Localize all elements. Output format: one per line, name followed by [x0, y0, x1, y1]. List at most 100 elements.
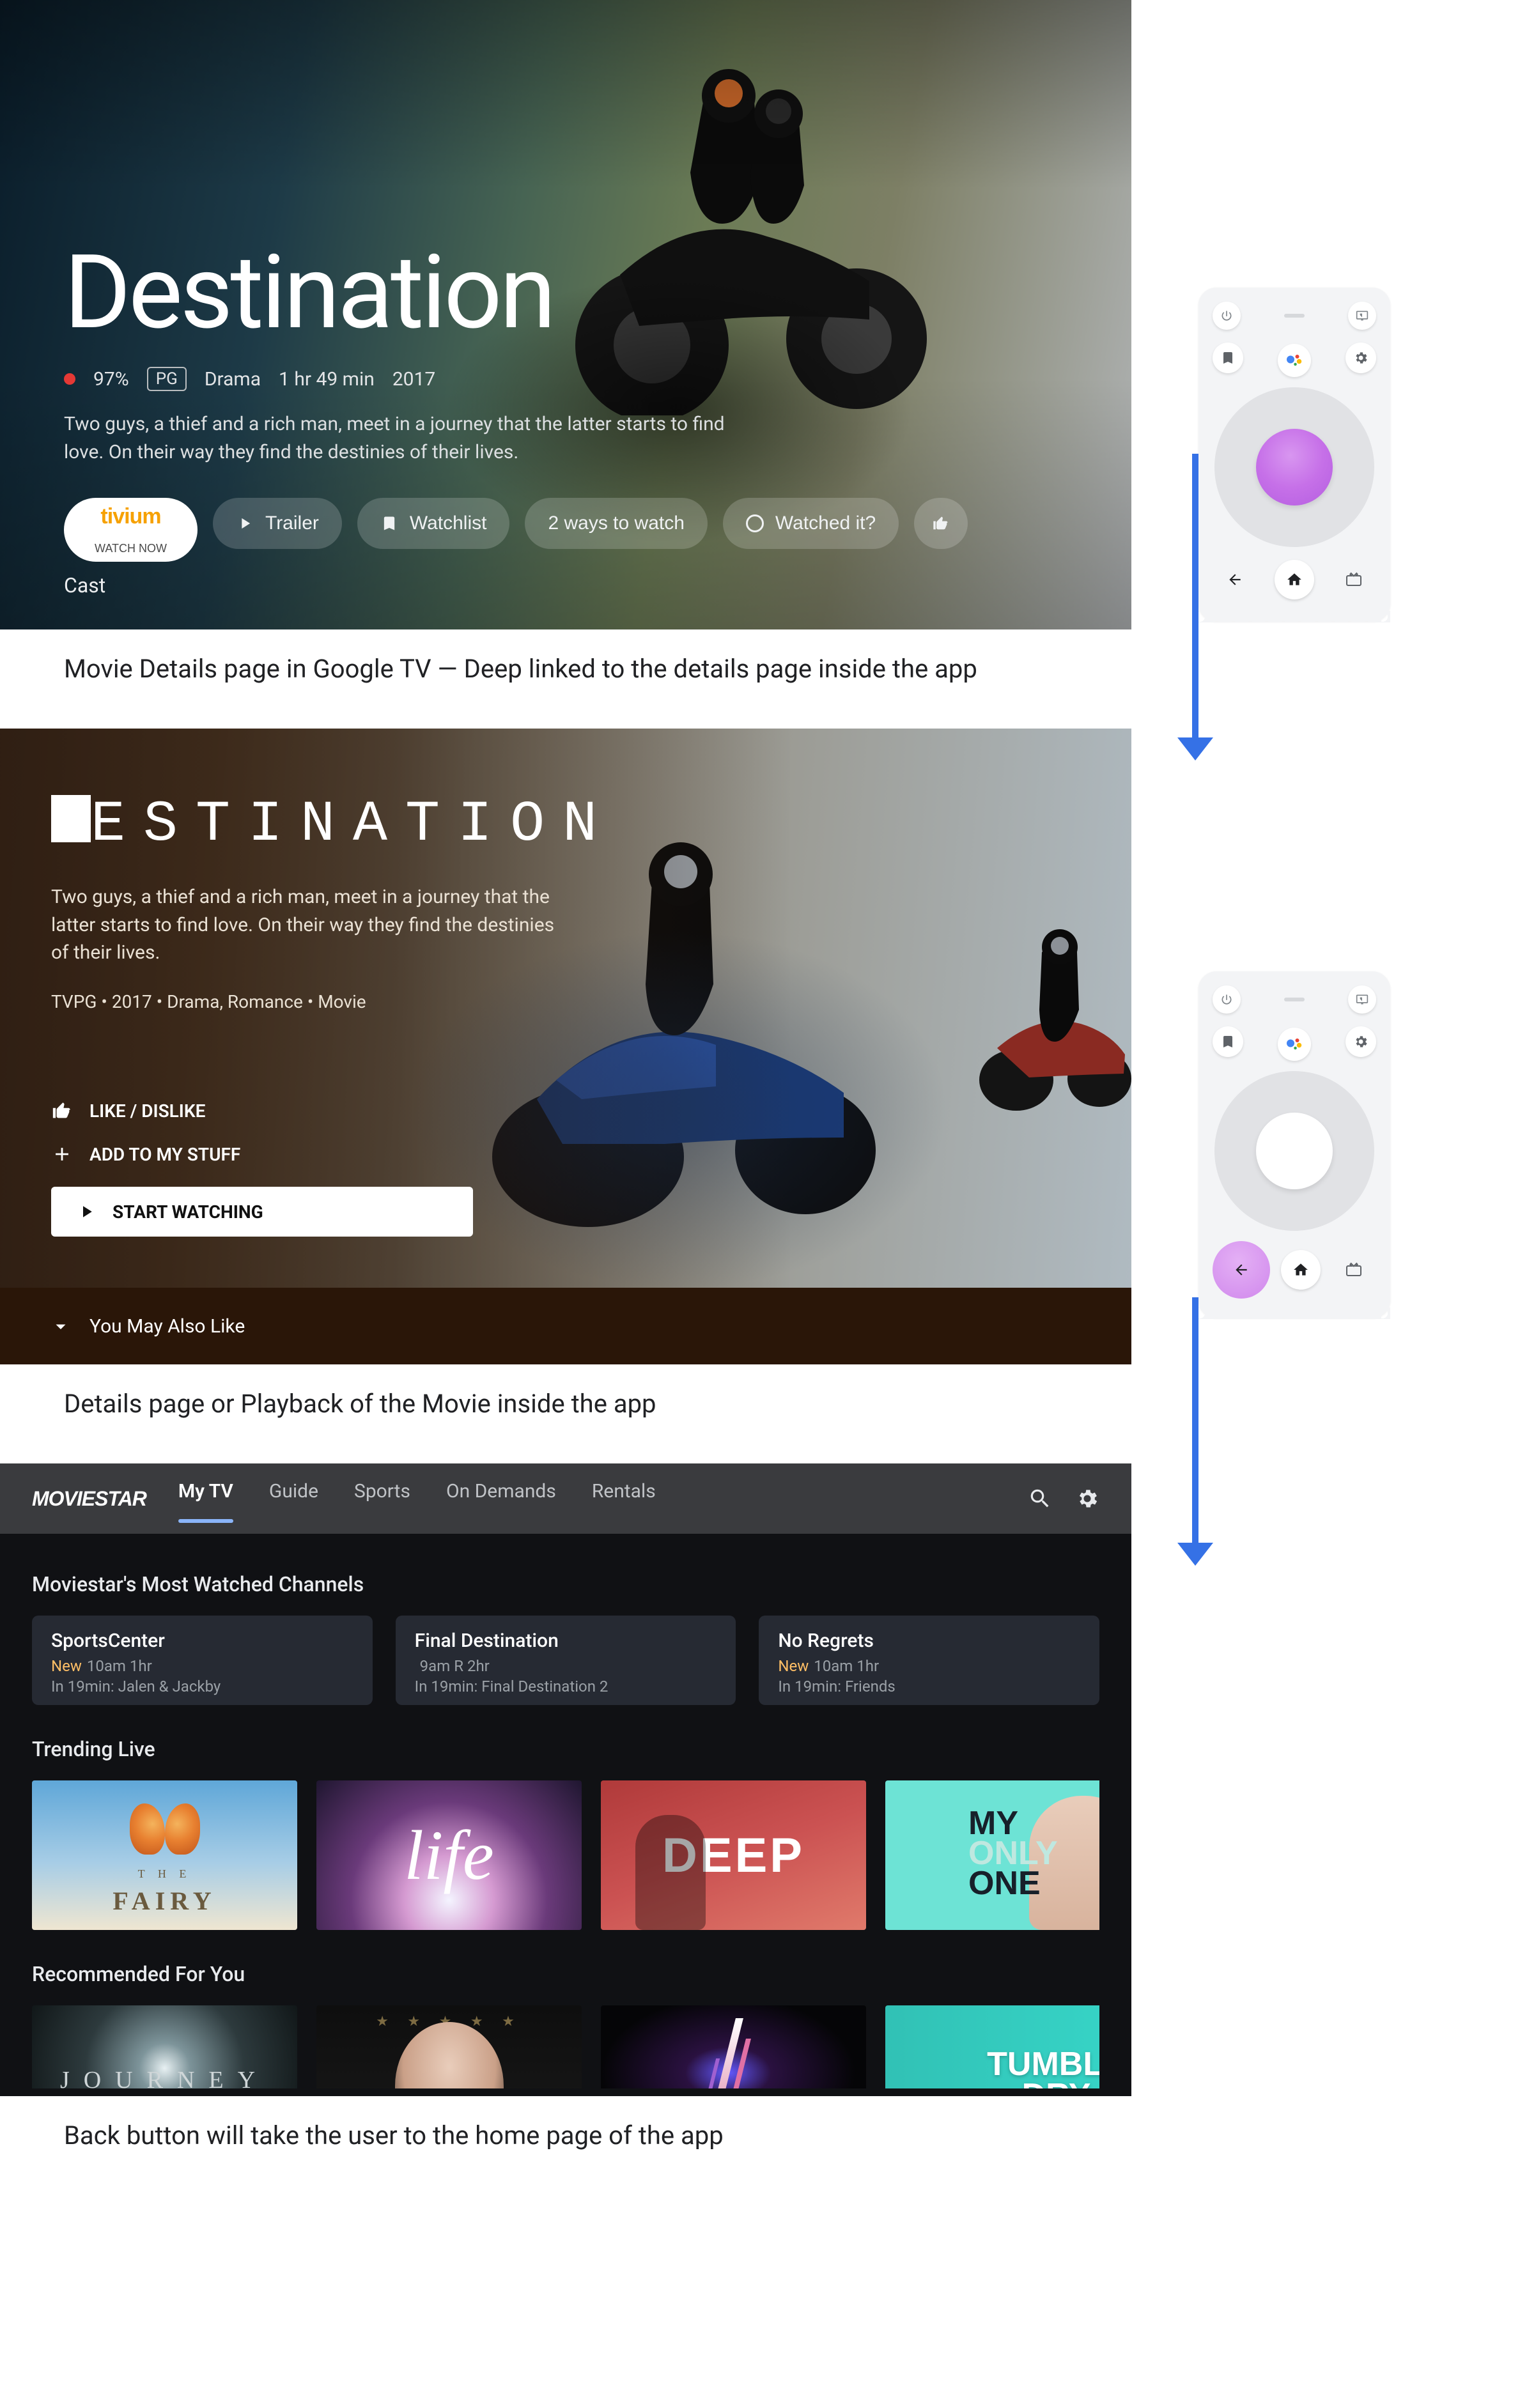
input-button[interactable] [1348, 302, 1376, 330]
provider-brand: tivium [100, 504, 160, 529]
flow-arrow-2 [1176, 1297, 1214, 1566]
channel-card[interactable]: Final Destination 9am R 2hr In 19min: Fi… [396, 1616, 736, 1705]
app-logo: MOVIESTAR [32, 1487, 146, 1511]
home-button[interactable] [1275, 560, 1314, 599]
butterfly-icon [130, 1803, 200, 1855]
card-line2: In 19min: Jalen & Jackby [51, 1678, 353, 1695]
thumb-deep[interactable]: DEEP [601, 1780, 866, 1930]
watch-now-button[interactable]: tivium WATCH NOW [64, 498, 198, 562]
add-label: ADD TO MY STUFF [89, 1144, 240, 1165]
you-may-also-like[interactable]: You May Also Like [0, 1288, 1131, 1364]
play-icon [236, 514, 254, 532]
tab-guide[interactable]: Guide [269, 1480, 318, 1518]
new-badge: New [51, 1657, 82, 1675]
thumb-fairy[interactable]: T H EFAIRY [32, 1780, 297, 1930]
bookmark-icon [380, 514, 398, 532]
ir-dash-icon [1284, 314, 1305, 318]
card-line1: 10am 1hr [814, 1657, 879, 1675]
card-line1: 9am R 2hr [420, 1657, 490, 1675]
thumb-journey[interactable]: JOURNEY [32, 2005, 297, 2088]
thumb-life[interactable]: life [316, 1780, 582, 1930]
ir-dash-icon [1284, 998, 1305, 1001]
thumb-comedian[interactable]: ★ ★ ★ ★ ★ THE COMEDIAN [316, 2005, 582, 2088]
settings-button[interactable] [1346, 343, 1376, 373]
card-title: No Regrets [778, 1630, 1080, 1652]
thumb-title: JOURNEY [60, 2066, 269, 2088]
tab-mytv[interactable]: My TV [178, 1480, 233, 1518]
movie-title: Destination [64, 233, 1080, 353]
tv-icon[interactable] [1346, 572, 1361, 587]
watchlist-label: Watchlist [410, 513, 487, 534]
watchlist-button[interactable]: Watchlist [357, 498, 510, 549]
title-rest: ESTINATION [91, 792, 615, 858]
start-watching-button[interactable]: START WATCHING [51, 1187, 473, 1237]
heading-trending: Trending Live [32, 1737, 1099, 1761]
dpad-center[interactable] [1256, 1113, 1333, 1189]
app-meta: TVPG • 2017 • Drama, Romance • Movie [51, 991, 1080, 1012]
like-dislike-button[interactable]: LIKE / DISLIKE [51, 1100, 473, 1122]
power-button[interactable] [1213, 302, 1241, 330]
watched-it-button[interactable]: Watched it? [723, 498, 899, 549]
synopsis: Two guys, a thief and a rich man, meet i… [64, 410, 735, 466]
cast-heading: Cast [64, 573, 105, 598]
movie-meta: 97% PG Drama 1 hr 49 min 2017 [64, 367, 1080, 391]
input-button[interactable] [1348, 985, 1376, 1014]
channel-card[interactable]: SportsCenter New 10am 1hr In 19min: Jalen… [32, 1616, 373, 1705]
thumb-source[interactable]: THE SOURCE [601, 2005, 866, 2088]
home-button[interactable] [1281, 1250, 1321, 1290]
caption-2: Details page or Playback of the Movie in… [64, 1389, 1131, 1419]
flow-arrow-1 [1176, 454, 1214, 760]
trailer-button[interactable]: Trailer [213, 498, 342, 549]
settings-button[interactable] [1346, 1026, 1376, 1057]
app-home-screen: MOVIESTAR My TV Guide Sports On Demands … [0, 1463, 1131, 2096]
dpad[interactable] [1214, 387, 1374, 547]
dpad-center-active[interactable] [1256, 429, 1333, 506]
pg-badge: PG [147, 367, 187, 391]
ways-label: 2 ways to watch [548, 513, 684, 534]
genre: Drama [205, 368, 261, 390]
also-label: You May Also Like [89, 1315, 245, 1338]
assistant-button[interactable] [1278, 344, 1311, 377]
google-tv-details-screen: Destination 97% PG Drama 1 hr 49 min 201… [0, 0, 1131, 629]
back-button[interactable] [1213, 557, 1257, 602]
play-icon [77, 1202, 96, 1221]
thumb-tumble[interactable]: TUMBLEDRY [885, 2005, 1099, 2088]
bookmark-button[interactable] [1213, 343, 1243, 373]
back-button-highlighted[interactable] [1213, 1241, 1270, 1299]
duration: 1 hr 49 min [279, 368, 375, 390]
card-line1: 10am 1hr [87, 1657, 152, 1675]
thumb-title: life [404, 1815, 494, 1896]
settings-icon[interactable] [1075, 1486, 1099, 1511]
assistant-button[interactable] [1278, 1028, 1311, 1061]
in-app-details-screen: DESTINATION Two guys, a thief and a rich… [0, 729, 1131, 1364]
thumbs-icon [932, 514, 950, 532]
trailer-label: Trailer [265, 513, 319, 534]
remote-control-2 [1198, 971, 1390, 1318]
remote-control-1 [1198, 288, 1390, 621]
bookmark-button[interactable] [1213, 1026, 1243, 1057]
dpad[interactable] [1214, 1071, 1374, 1231]
add-to-stuff-button[interactable]: ADD TO MY STUFF [51, 1143, 473, 1165]
tab-ondemand[interactable]: On Demands [446, 1480, 556, 1518]
card-line2: In 19min: Friends [778, 1678, 1080, 1695]
card-title: SportsCenter [51, 1630, 353, 1652]
card-line2: In 19min: Final Destination 2 [415, 1678, 717, 1695]
search-icon[interactable] [1028, 1486, 1052, 1511]
start-label: START WATCHING [112, 1201, 263, 1223]
tab-rentals[interactable]: Rentals [592, 1480, 656, 1518]
thumb-myone[interactable]: MY ONLY ONE [885, 1780, 1099, 1930]
channel-card[interactable]: No Regrets New 10am 1hr In 19min: Friends [759, 1616, 1099, 1705]
thumb-title: MY ONLY ONE [968, 1809, 1058, 1898]
title-first-letter: D [51, 795, 91, 842]
app-synopsis: Two guys, a thief and a rich man, meet i… [51, 883, 569, 967]
ways-to-watch-button[interactable]: 2 ways to watch [525, 498, 707, 549]
power-button[interactable] [1213, 985, 1241, 1014]
circle-icon [746, 514, 764, 532]
tab-sports[interactable]: Sports [354, 1480, 410, 1518]
rate-button[interactable] [914, 498, 968, 549]
watch-now-label: WATCH NOW [95, 542, 167, 555]
new-badge: New [778, 1657, 809, 1675]
tv-icon[interactable] [1346, 1262, 1361, 1277]
like-label: LIKE / DISLIKE [89, 1100, 205, 1122]
heading-most-watched: Moviestar's Most Watched Channels [32, 1572, 1099, 1596]
